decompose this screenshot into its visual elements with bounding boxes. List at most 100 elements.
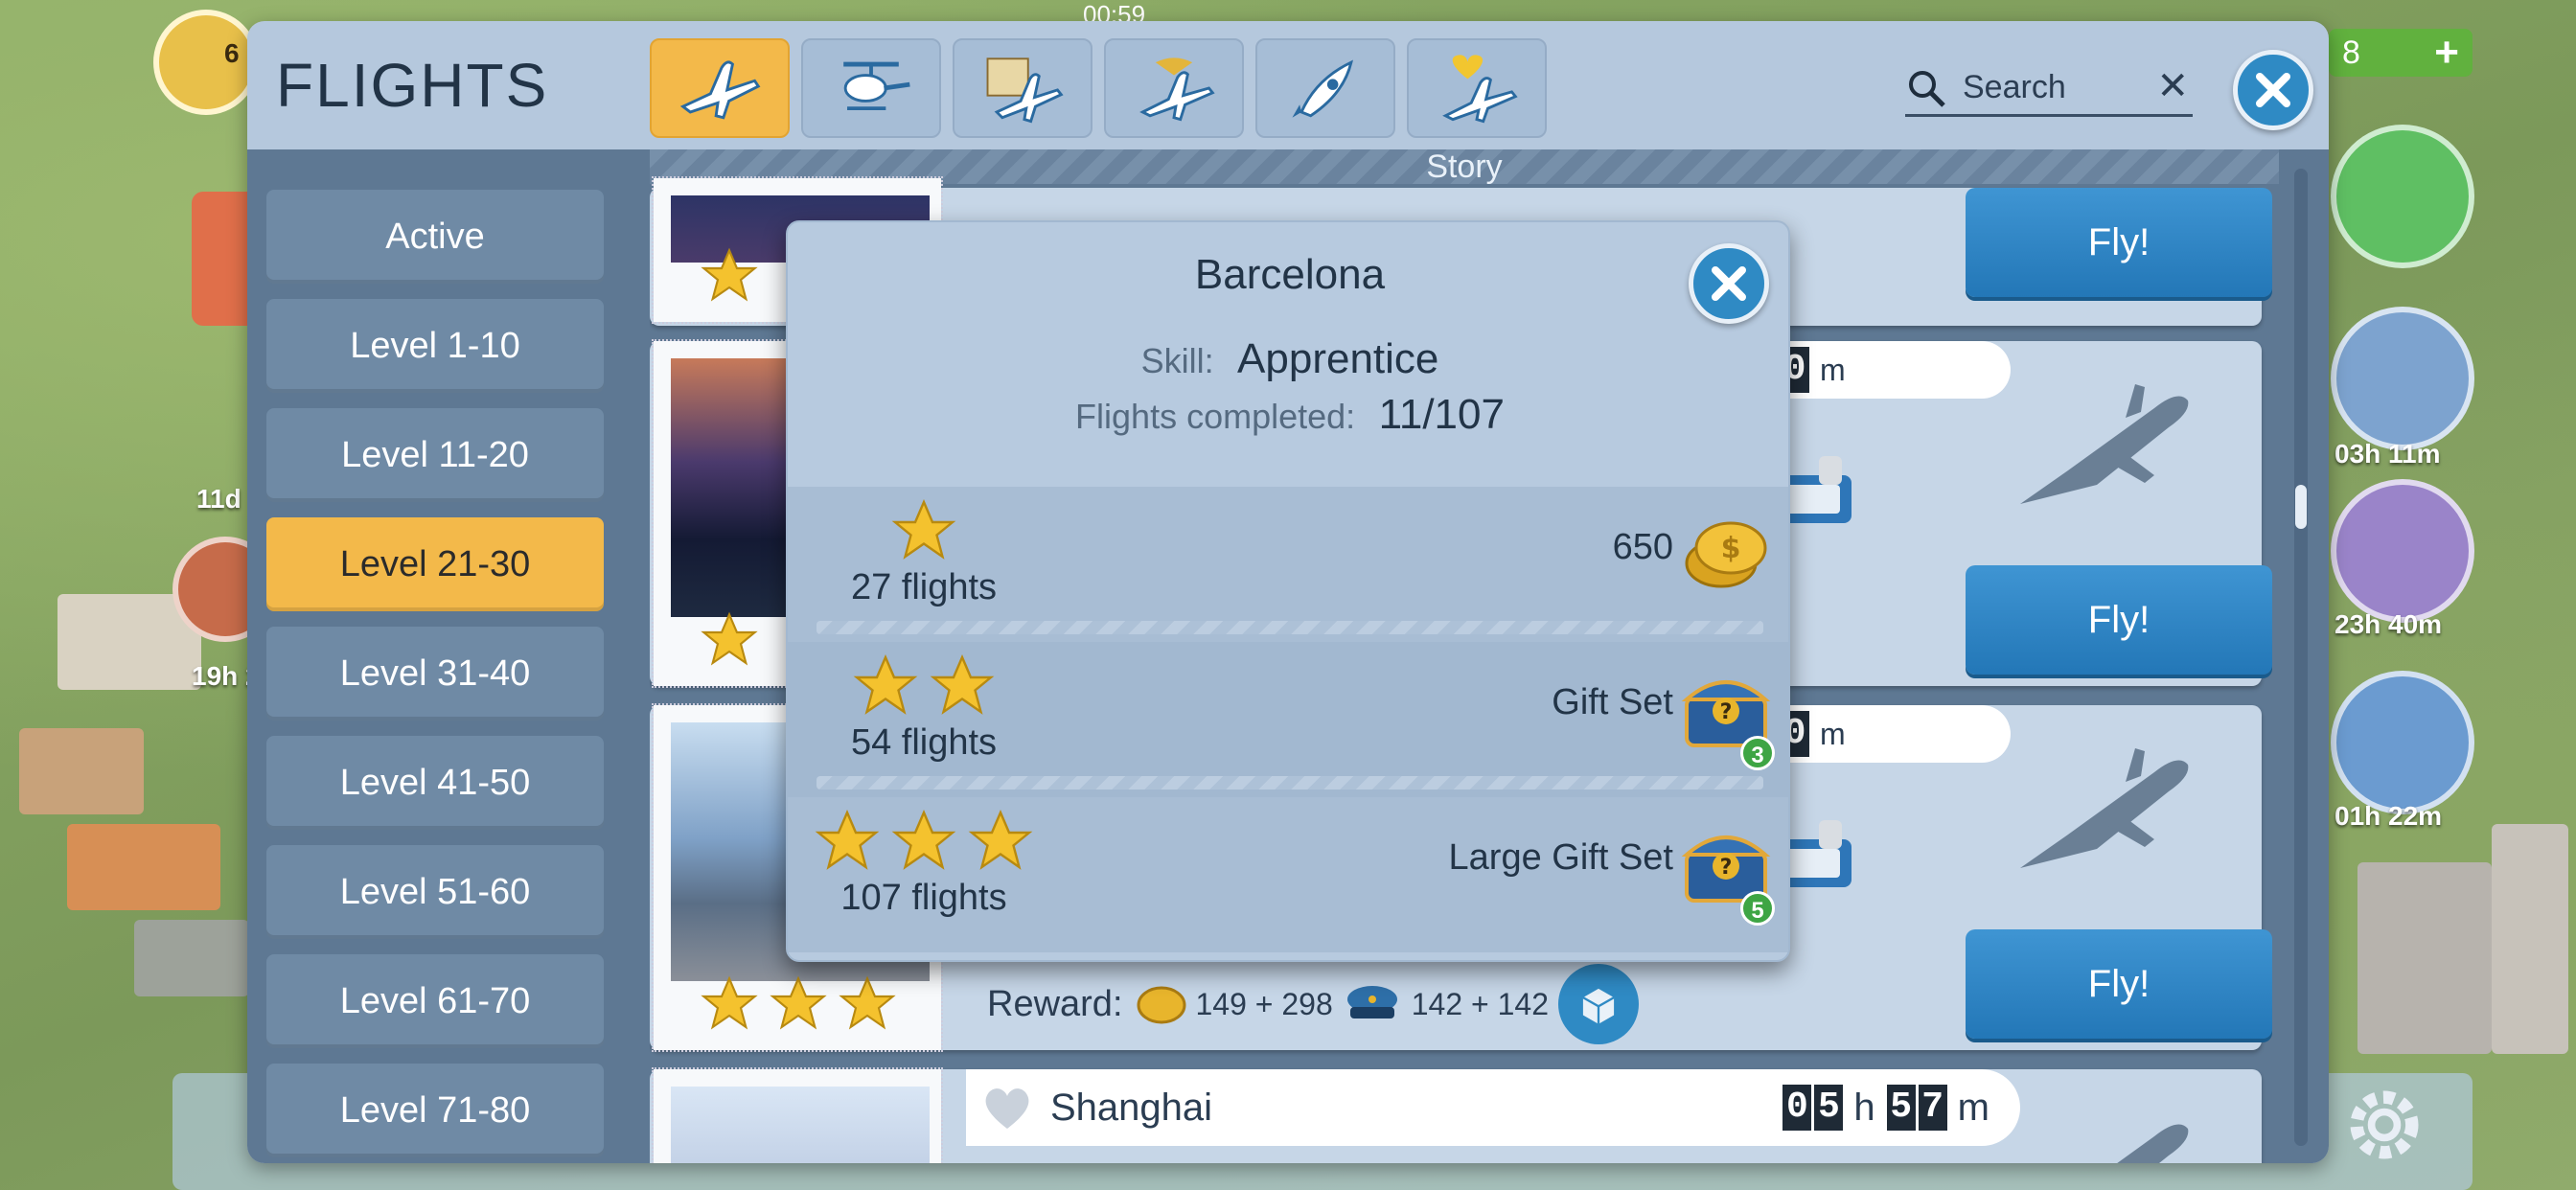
radar-timer-label: 03h 11m bbox=[2334, 439, 2441, 469]
sidebar-item-level-11-20[interactable]: Level 11-20 bbox=[266, 408, 604, 502]
reward-caps: 142 + 142 bbox=[1411, 986, 1549, 1021]
fly-button[interactable]: Fly! bbox=[1966, 565, 2272, 675]
currency-plus-panel[interactable]: 8 + bbox=[2329, 29, 2472, 77]
sidebar-item-level-21-30[interactable]: Level 21-30 bbox=[266, 517, 604, 611]
timer-unit: m bbox=[1820, 716, 1846, 751]
plane-silhouette-icon bbox=[2020, 384, 2189, 504]
skill-value: Apprentice bbox=[1237, 335, 1439, 382]
star-icon bbox=[701, 247, 758, 302]
tab-rocket[interactable] bbox=[1255, 38, 1395, 138]
search-box: ✕ bbox=[1905, 59, 2193, 117]
building bbox=[2492, 824, 2568, 1054]
svg-text:$: $ bbox=[1721, 532, 1741, 565]
heart-plane-icon bbox=[1442, 55, 1518, 124]
star-icon bbox=[839, 975, 896, 1030]
fly-button[interactable]: Fly! bbox=[1966, 929, 2272, 1039]
gift-count-badge: 3 bbox=[1740, 736, 1775, 770]
search-input[interactable] bbox=[1963, 63, 2145, 111]
svg-text:?: ? bbox=[1720, 700, 1733, 724]
completed-value: 11/107 bbox=[1378, 391, 1505, 438]
tier-divider bbox=[816, 776, 1763, 790]
tier-divider bbox=[816, 621, 1763, 634]
sidebar-item-level-71-80[interactable]: Level 71-80 bbox=[266, 1064, 604, 1157]
rocket-icon bbox=[1292, 59, 1353, 118]
currency-value: 8 bbox=[2342, 34, 2360, 71]
fly-button[interactable]: Fly! bbox=[1966, 188, 2272, 297]
list-scrollbar[interactable] bbox=[2294, 169, 2308, 1146]
sidebar-item-level-31-40[interactable]: Level 31-40 bbox=[266, 627, 604, 721]
sidebar-item-active[interactable]: Active bbox=[266, 190, 604, 284]
helicopter-icon bbox=[843, 61, 910, 111]
city-name: Shanghai bbox=[1050, 1086, 1213, 1129]
scrollbar-thumb[interactable] bbox=[2295, 485, 2307, 529]
gift-count-badge: 5 bbox=[1740, 891, 1775, 926]
completed-label: Flights completed: bbox=[1075, 397, 1356, 436]
plus-icon[interactable]: + bbox=[2434, 29, 2459, 77]
city-name-bar: Shanghai 0 5 h 5 7 m bbox=[966, 1069, 2020, 1146]
sidebar-item-level-61-70[interactable]: Level 61-70 bbox=[266, 954, 604, 1048]
tier-reward: Gift Set bbox=[1552, 682, 1673, 722]
radar-timer-button[interactable] bbox=[2331, 307, 2474, 450]
sidebar-item-level-1-10[interactable]: Level 1-10 bbox=[266, 299, 604, 393]
tab-helicopter[interactable] bbox=[801, 38, 941, 138]
popup-city-title: Barcelona bbox=[1194, 251, 1386, 298]
left-hud-badge-value: 6 bbox=[224, 38, 240, 68]
coins-icon bbox=[1137, 986, 1185, 1024]
star-rating bbox=[698, 973, 899, 1035]
settings-gear-icon[interactable] bbox=[2338, 1079, 2430, 1171]
flight-timer: 0 5 h 5 7 m bbox=[1782, 1085, 2001, 1131]
tier-stars bbox=[887, 496, 960, 565]
tab-jet[interactable] bbox=[650, 38, 790, 138]
tier-flights: 54 flights bbox=[850, 722, 998, 763]
timer-digit: 7 bbox=[1918, 1085, 1947, 1131]
left-hud-badge[interactable] bbox=[153, 10, 259, 115]
tier-stars bbox=[811, 807, 1037, 876]
panel-close-button[interactable] bbox=[2233, 50, 2313, 130]
star-rating bbox=[698, 245, 761, 307]
reward-row: Reward: 149 + 298 142 + 142 bbox=[987, 964, 1639, 1044]
timer-unit: m bbox=[1820, 352, 1846, 387]
star-icon bbox=[815, 809, 880, 870]
heart-icon[interactable] bbox=[979, 1083, 1035, 1133]
tab-vip-plane[interactable] bbox=[1104, 38, 1244, 138]
timer-unit: m bbox=[1957, 1086, 1990, 1129]
timer-digit: 5 bbox=[1886, 1085, 1916, 1131]
reward-tier-2: 54 flights Gift Set ? 3 bbox=[788, 642, 1788, 797]
plane-silhouette-icon bbox=[2020, 748, 2189, 868]
shuttle-timer-button[interactable] bbox=[2331, 479, 2474, 623]
skill-line: Skill: Apprentice bbox=[788, 335, 1788, 383]
building bbox=[19, 728, 144, 814]
city-stamp[interactable] bbox=[652, 1067, 943, 1163]
star-icon bbox=[770, 975, 827, 1030]
jet-plane-icon bbox=[679, 60, 761, 120]
search-clear-icon[interactable]: ✕ bbox=[2156, 65, 2189, 107]
sidebar-item-level-51-60[interactable]: Level 51-60 bbox=[266, 845, 604, 939]
gauge-timer-label: 01h 22m bbox=[2334, 801, 2443, 831]
reward-tier-1: 27 flights 650 $ bbox=[788, 487, 1788, 642]
reward-coins: 149 + 298 bbox=[1195, 986, 1333, 1021]
plane-silhouette-icon bbox=[2117, 1124, 2189, 1163]
city-photo bbox=[671, 1087, 930, 1163]
tab-favorite[interactable] bbox=[1407, 38, 1547, 138]
popup-close-button[interactable] bbox=[1689, 243, 1769, 324]
skill-label: Skill: bbox=[1140, 341, 1214, 380]
completed-line: Flights completed: 11/107 bbox=[788, 391, 1788, 439]
star-icon bbox=[891, 809, 956, 870]
flight-card: Shanghai 0 5 h 5 7 m bbox=[650, 1067, 2262, 1163]
tab-map-plane[interactable] bbox=[953, 38, 1092, 138]
control-tower-button[interactable] bbox=[2331, 125, 2474, 268]
package-button[interactable] bbox=[1558, 964, 1639, 1044]
flight-timer: 0 m bbox=[1761, 705, 2011, 763]
timer-digit: 0 bbox=[1782, 1085, 1812, 1131]
tier-reward: Large Gift Set bbox=[1448, 837, 1673, 878]
search-icon[interactable] bbox=[1905, 67, 1947, 109]
map-plane-icon bbox=[986, 57, 1064, 124]
sidebar-item-level-41-50[interactable]: Level 41-50 bbox=[266, 736, 604, 830]
timer-unit: h bbox=[1853, 1086, 1875, 1129]
star-icon bbox=[891, 498, 956, 560]
star-icon bbox=[853, 653, 918, 715]
gauge-timer-button[interactable] bbox=[2331, 671, 2474, 814]
star-rating bbox=[698, 609, 761, 671]
svg-text:?: ? bbox=[1720, 856, 1733, 880]
star-icon bbox=[968, 809, 1033, 870]
